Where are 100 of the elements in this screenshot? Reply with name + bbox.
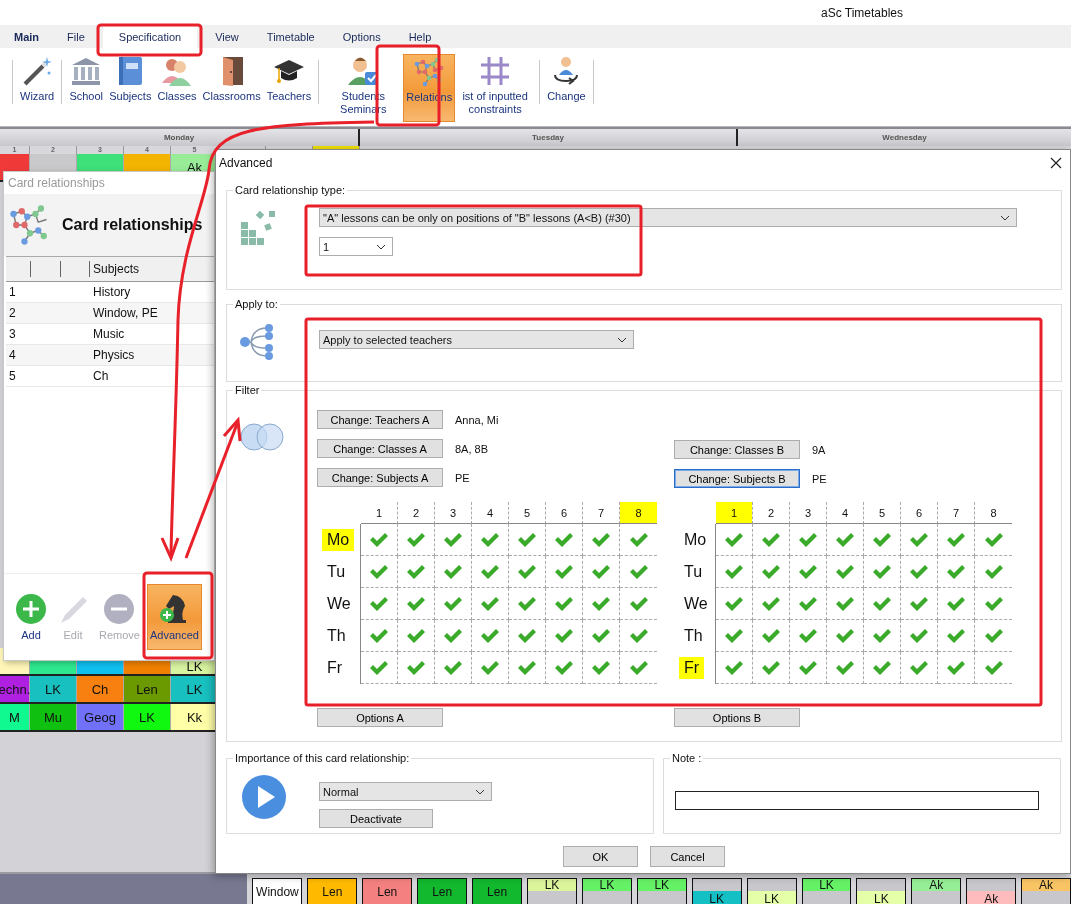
lesson-card[interactable]: Len (124, 676, 171, 702)
check-icon[interactable] (835, 659, 855, 676)
change-button[interactable]: Change: Subjects A (317, 468, 443, 487)
check-icon[interactable] (591, 531, 611, 548)
menu-tab[interactable]: Main (4, 25, 50, 48)
check-icon[interactable] (872, 563, 892, 580)
lesson-card[interactable]: Len (417, 878, 468, 904)
toolbar-button[interactable]: Add (12, 586, 50, 648)
count-dropdown[interactable]: 1 (319, 237, 393, 256)
check-icon[interactable] (983, 659, 1004, 676)
check-icon[interactable] (369, 595, 389, 612)
menu-tab[interactable]: Options (332, 25, 391, 48)
lesson-card[interactable]: M (0, 704, 30, 730)
check-icon[interactable] (909, 563, 929, 580)
check-icon[interactable] (872, 627, 892, 644)
check-icon[interactable] (517, 531, 537, 548)
lesson-card[interactable]: LK (746, 878, 797, 904)
check-icon[interactable] (369, 531, 389, 548)
check-icon[interactable] (480, 531, 500, 548)
check-icon[interactable] (946, 531, 966, 548)
check-icon[interactable] (554, 563, 574, 580)
ribbon-button[interactable]: Change (544, 54, 589, 104)
check-icon[interactable] (406, 595, 426, 612)
importance-dropdown[interactable]: Normal (319, 782, 492, 801)
check-icon[interactable] (761, 595, 781, 612)
menu-tab[interactable]: File (57, 25, 95, 48)
lesson-card[interactable]: LK (527, 878, 577, 904)
check-icon[interactable] (591, 627, 611, 644)
ribbon-button[interactable]: Subjects (106, 54, 155, 104)
check-icon[interactable] (798, 563, 818, 580)
ribbon-button[interactable]: Classrooms (199, 54, 264, 104)
relationship-type-dropdown[interactable]: "A" lessons can be only on positions of "B" lessons (A<B) (#30) (319, 208, 1017, 227)
apply-to-dropdown[interactable]: Apply to selected teachers (319, 330, 634, 349)
check-icon[interactable] (724, 563, 744, 580)
check-icon[interactable] (946, 595, 966, 612)
lesson-card[interactable]: LK (801, 878, 852, 904)
lesson-card[interactable]: Ch (77, 676, 124, 702)
check-icon[interactable] (517, 595, 537, 612)
check-icon[interactable] (983, 627, 1004, 644)
check-icon[interactable] (406, 563, 426, 580)
check-icon[interactable] (628, 563, 649, 580)
lesson-card[interactable]: LK (691, 878, 742, 904)
check-icon[interactable] (443, 659, 463, 676)
lesson-card[interactable]: Len (472, 878, 522, 904)
check-icon[interactable] (628, 659, 649, 676)
lesson-card[interactable]: Geog (77, 704, 124, 730)
check-icon[interactable] (406, 627, 426, 644)
check-icon[interactable] (872, 595, 892, 612)
ribbon-button[interactable]: ist of inputted constraints (455, 54, 536, 117)
check-icon[interactable] (554, 659, 574, 676)
lesson-card[interactable]: Len (362, 878, 413, 904)
change-button[interactable]: Change: Classes A (317, 439, 443, 458)
check-icon[interactable] (480, 627, 500, 644)
check-icon[interactable] (798, 659, 818, 676)
close-icon[interactable] (1050, 157, 1062, 169)
check-icon[interactable] (480, 595, 500, 612)
check-icon[interactable] (369, 563, 389, 580)
check-icon[interactable] (443, 563, 463, 580)
check-icon[interactable] (909, 659, 929, 676)
lesson-card[interactable]: Ak (966, 878, 1017, 904)
lesson-card[interactable]: LK (30, 676, 77, 702)
dialog-button[interactable]: OK (563, 846, 638, 867)
check-icon[interactable] (835, 563, 855, 580)
check-icon[interactable] (628, 531, 649, 548)
note-field[interactable] (675, 791, 1039, 810)
check-icon[interactable] (480, 659, 500, 676)
ribbon-button[interactable]: Teachers (263, 54, 315, 104)
check-icon[interactable] (517, 627, 537, 644)
lesson-card[interactable]: LK (636, 878, 687, 904)
change-button[interactable]: Change: Subjects B (674, 469, 800, 488)
check-icon[interactable] (628, 627, 649, 644)
check-icon[interactable] (724, 659, 744, 676)
check-icon[interactable] (835, 627, 855, 644)
check-icon[interactable] (761, 563, 781, 580)
check-icon[interactable] (835, 595, 855, 612)
options-button[interactable]: Options B (674, 708, 800, 727)
check-icon[interactable] (872, 531, 892, 548)
check-icon[interactable] (406, 659, 426, 676)
check-icon[interactable] (591, 595, 611, 612)
lesson-card[interactable]: Mu (30, 704, 77, 730)
lesson-card[interactable]: LK (581, 878, 632, 904)
check-icon[interactable] (369, 627, 389, 644)
check-icon[interactable] (946, 563, 966, 580)
check-icon[interactable] (983, 595, 1004, 612)
check-icon[interactable] (798, 531, 818, 548)
check-icon[interactable] (443, 531, 463, 548)
check-icon[interactable] (946, 627, 966, 644)
change-button[interactable]: Change: Classes B (674, 440, 800, 459)
check-icon[interactable] (724, 531, 744, 548)
menu-tab[interactable]: View (205, 25, 249, 48)
check-icon[interactable] (872, 659, 892, 676)
ribbon-button[interactable]: Wizard (17, 54, 58, 104)
options-button[interactable]: Options A (317, 708, 443, 727)
check-icon[interactable] (517, 659, 537, 676)
lesson-card[interactable]: Window (252, 878, 303, 904)
menu-tab[interactable]: Specification (102, 25, 198, 48)
check-icon[interactable] (761, 659, 781, 676)
check-icon[interactable] (761, 627, 781, 644)
lesson-card[interactable]: Ak (911, 878, 962, 904)
menu-tab[interactable]: Timetable (256, 25, 325, 48)
